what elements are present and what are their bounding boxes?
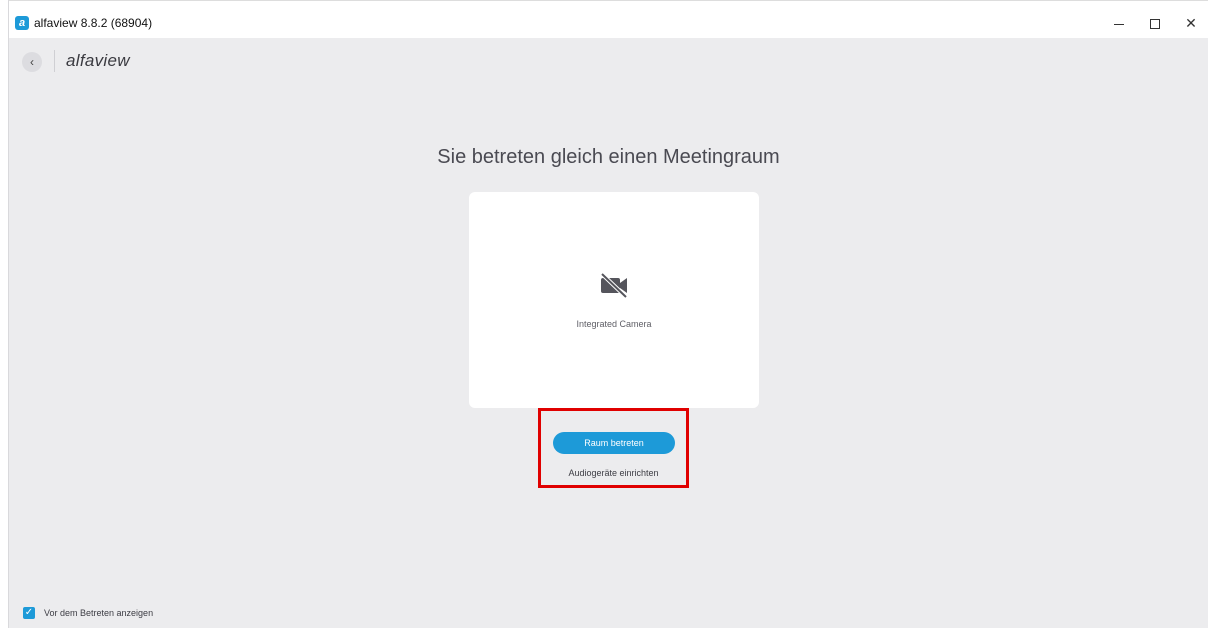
minimize-icon — [1114, 23, 1124, 25]
brand-name: alfaview — [66, 51, 130, 70]
title-bar: a alfaview 8.8.2 (68904) ✕ — [9, 0, 1208, 38]
alfaview-logo-icon: a — [15, 16, 29, 30]
window-title: alfaview 8.8.2 (68904) — [34, 16, 153, 30]
audio-setup-link[interactable]: Audiogeräte einrichten — [538, 468, 689, 478]
show-before-join-label[interactable]: Vor dem Betreten anzeigen — [44, 608, 153, 618]
show-before-join-checkbox[interactable]: ✓ — [23, 607, 35, 619]
maximize-icon — [1150, 19, 1160, 30]
maximize-button[interactable] — [1137, 11, 1173, 35]
header-divider — [54, 50, 55, 72]
close-button[interactable]: ✕ — [1173, 11, 1208, 35]
minimize-button[interactable] — [1101, 11, 1137, 35]
close-icon: ✕ — [1185, 15, 1197, 31]
chevron-left-icon: ‹ — [30, 55, 34, 69]
back-button[interactable]: ‹ — [22, 52, 42, 72]
camera-preview-card: Integrated Camera — [469, 192, 759, 408]
app-header: ‹ alfaview — [9, 38, 1208, 84]
checkmark-icon: ✓ — [24, 607, 34, 618]
app-window: a alfaview 8.8.2 (68904) ✕ ‹ alfaview Si… — [8, 0, 1208, 628]
page-title: Sie betreten gleich einen Meetingraum — [437, 146, 780, 168]
camera-off-icon — [600, 272, 628, 298]
camera-label: Integrated Camera — [576, 319, 652, 329]
join-room-button[interactable]: Raum betreten — [553, 432, 675, 454]
